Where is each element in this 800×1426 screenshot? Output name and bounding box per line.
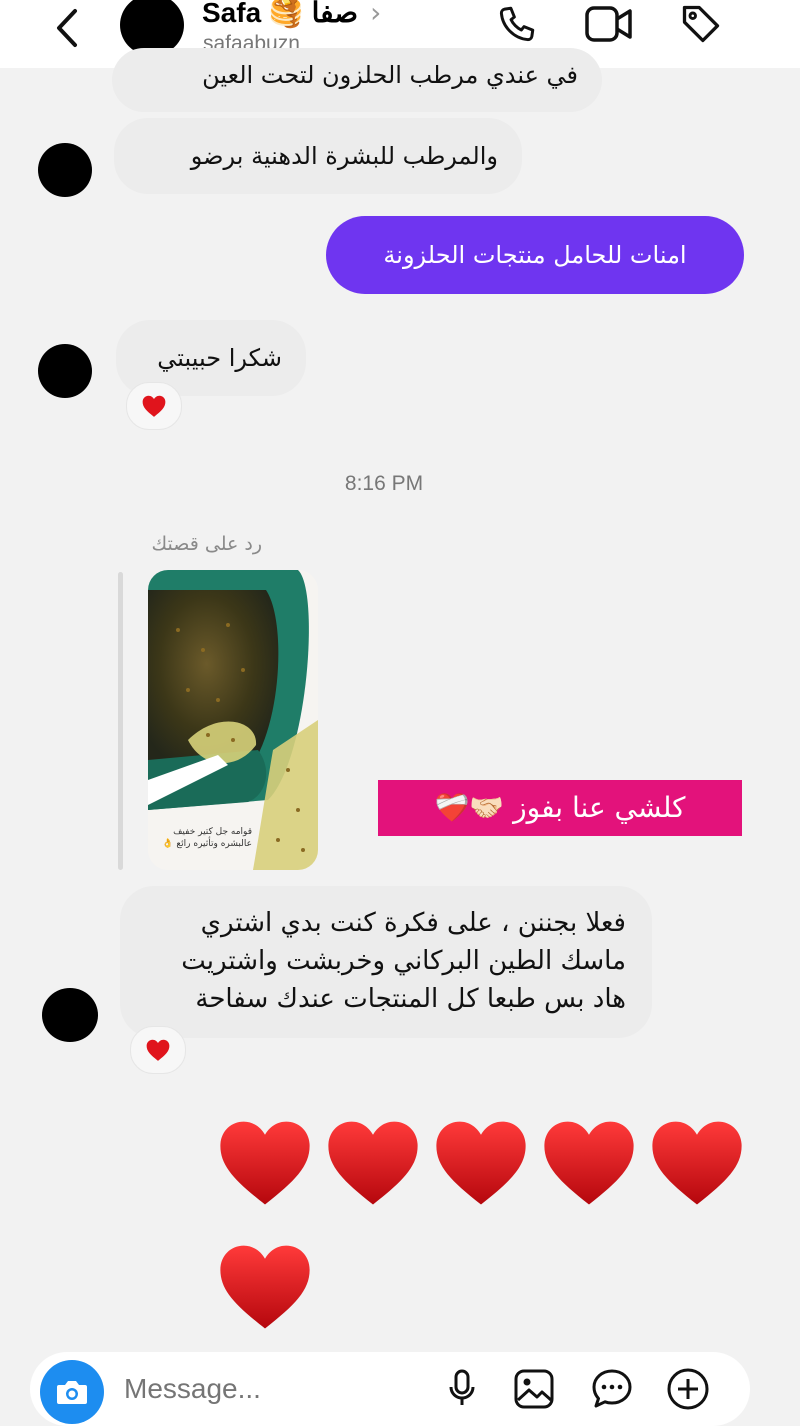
voice-call-button[interactable] [492, 2, 542, 46]
sticker-button[interactable] [588, 1366, 636, 1412]
video-call-button[interactable] [582, 2, 636, 46]
story-reply-message[interactable]: كلشي عنا بفوز 🤝🏻❤️‍🩹 [378, 780, 742, 836]
message-incoming[interactable]: فعلا بجننن ، على فكرة كنت بدي اشتري ماسك… [120, 886, 652, 1038]
video-icon [585, 6, 632, 42]
heart-emoji-icon [220, 1245, 310, 1329]
message-text: امنات للحامل منتجات الحلزونة [383, 241, 687, 269]
story-thumbnail[interactable]: قوامه جل كتير خفيف عالبشره وتأثيره رائع … [148, 570, 318, 870]
heart-emoji-icon [436, 1121, 526, 1205]
message-text: كلشي عنا بفوز 🤝🏻❤️‍🩹 [434, 791, 686, 824]
sender-avatar[interactable] [42, 988, 98, 1042]
reply-label: رد على قصتك [151, 533, 262, 555]
message-text: والمرطب للبشرة الدهنية برضو [190, 142, 498, 170]
more-button[interactable] [664, 1366, 712, 1412]
timestamp: 8:16 PM [344, 472, 424, 495]
chevron-right-icon: › [370, 0, 382, 29]
contact-name: Safa 🥞 صفا [202, 0, 359, 28]
message-input[interactable] [122, 1366, 416, 1412]
camera-button[interactable] [40, 1360, 104, 1424]
message-incoming[interactable]: والمرطب للبشرة الدهنية برضو [114, 118, 522, 194]
gallery-button[interactable] [510, 1366, 558, 1412]
voice-message-button[interactable] [440, 1366, 484, 1410]
message-composer [30, 1352, 750, 1426]
gallery-icon [514, 1369, 554, 1409]
message-text: في عندي مرطب الحلزون لتحت العين [202, 61, 578, 89]
chat-bubble-icon [592, 1369, 632, 1408]
reply-quote-bar [118, 572, 123, 870]
message-text: فعلا بجننن ، على فكرة كنت بدي اشتري ماسك… [181, 908, 626, 1014]
back-icon [57, 9, 77, 47]
message-reaction[interactable] [126, 382, 182, 430]
message-outgoing[interactable]: امنات للحامل منتجات الحلزونة [326, 216, 744, 294]
add-icon [667, 1368, 709, 1410]
heart-icon [142, 395, 166, 417]
tag-icon [682, 5, 720, 43]
heart-emoji-icon [328, 1121, 418, 1205]
contact-name-row[interactable]: Safa 🥞 صفا › [202, 0, 381, 30]
mic-icon [449, 1369, 475, 1405]
story-image [148, 570, 318, 870]
story-caption: قوامه جل كتير خفيف عالبشره وتأثيره رائع … [162, 827, 252, 849]
label-button[interactable] [676, 0, 726, 48]
sender-avatar[interactable] [38, 344, 92, 398]
camera-icon [57, 1381, 87, 1404]
message-text: شكرا حبيبتي [157, 344, 282, 372]
heart-emoji-icon [652, 1121, 742, 1205]
heart-emoji-icon [544, 1121, 634, 1205]
message-incoming[interactable]: في عندي مرطب الحلزون لتحت العين [112, 48, 602, 112]
sender-avatar[interactable] [38, 143, 92, 197]
heart-icon [146, 1039, 170, 1061]
heart-emoji-icon [220, 1121, 310, 1205]
message-reaction[interactable] [130, 1026, 186, 1074]
back-button[interactable] [44, 6, 92, 50]
phone-icon [499, 6, 535, 42]
hearts-message[interactable] [210, 1110, 750, 1340]
